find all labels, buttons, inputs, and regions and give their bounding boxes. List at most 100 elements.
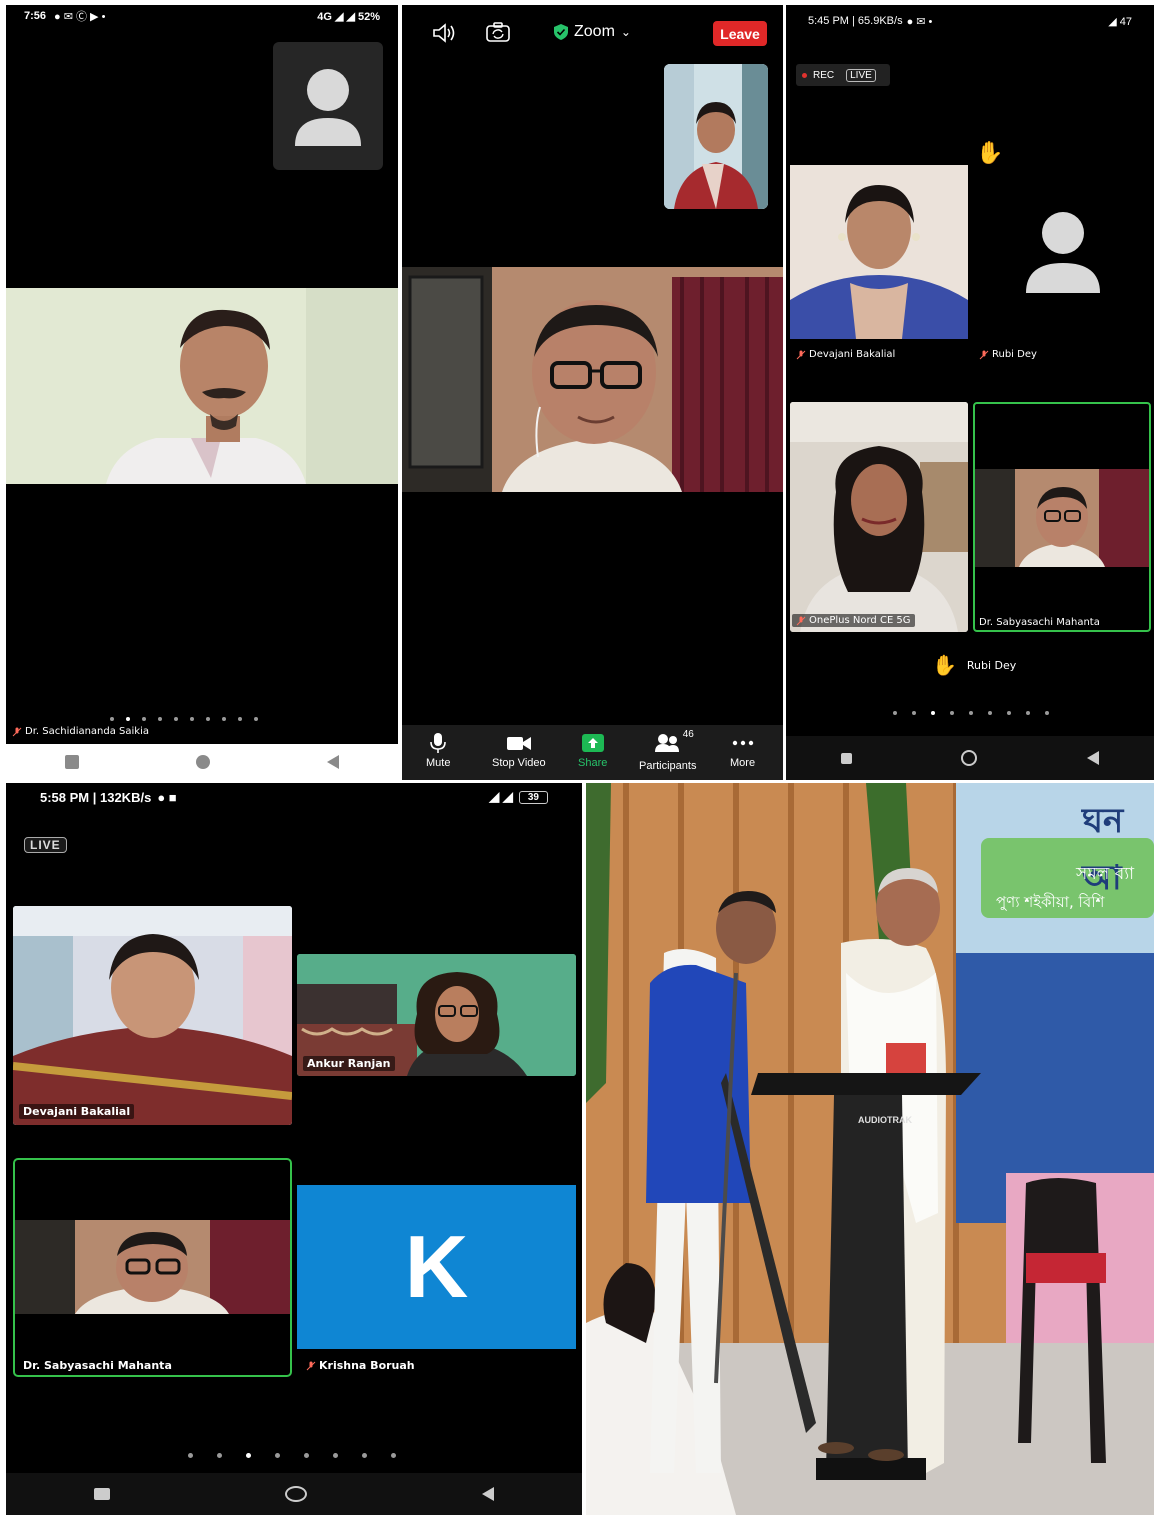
panel-zoom-gallery-4: 5:58 PM | 132KB/s ● ■ ◢ ◢ 39 LIVE Devaja… — [6, 783, 582, 1515]
participant-video-frame — [975, 469, 1149, 567]
participant-name-devajani: Devajani Bakalial — [796, 349, 895, 360]
page-dot-active — [126, 717, 130, 721]
page-indicator[interactable] — [188, 1453, 396, 1458]
page-dot — [304, 1453, 309, 1458]
active-speaker-video[interactable] — [402, 267, 783, 492]
participants-button[interactable]: 46 Participants — [639, 729, 696, 772]
page-dot — [1007, 711, 1011, 715]
share-button[interactable]: Share — [578, 733, 607, 769]
participant-tile-sabyasachi-active[interactable]: Dr. Sabyasachi Mahanta — [973, 402, 1151, 632]
status-time: 5:58 PM | 132KB/s — [40, 789, 152, 805]
mic-muted-icon — [796, 350, 806, 359]
panel-zoom-gallery-3: 5:45 PM | 65.9KB/s ● ✉ • ◢ 47 REC LIVE D… — [786, 5, 1154, 780]
page-dot — [275, 1453, 280, 1458]
banner-text-line-3: পুণ্য শইকীয়া, বিশি — [996, 893, 1105, 911]
participant-tile-oneplus[interactable] — [790, 402, 968, 632]
status-bar: 7:56 ● ✉ Ⓒ ▶ • 4G ◢ ◢ 52% — [6, 5, 398, 27]
recents-button[interactable] — [64, 755, 79, 769]
page-dot — [174, 717, 178, 721]
participant-name-sabyasachi: Dr. Sabyasachi Mahanta — [23, 1359, 172, 1372]
participant-tile-krishna[interactable]: K — [297, 1185, 576, 1349]
leave-button[interactable]: Leave — [713, 21, 767, 46]
page-dot-active — [931, 711, 935, 715]
whatsapp-icon: ● ✉ • — [906, 15, 933, 28]
participant-video-frame — [790, 402, 968, 632]
shield-check-icon — [554, 24, 568, 40]
status-time: 7:56 — [24, 10, 47, 22]
page-dot — [158, 717, 162, 721]
page-dot — [912, 711, 916, 715]
participant-tile-devajani[interactable] — [790, 165, 968, 339]
page-indicator[interactable] — [893, 711, 1049, 715]
mic-icon — [430, 733, 447, 753]
page-dot — [988, 711, 992, 715]
recording-indicator[interactable]: REC LIVE — [796, 64, 890, 86]
status-right: 4G ◢ ◢ 52% — [317, 10, 380, 23]
panel-zoom-speaker-view-1: 7:56 ● ✉ Ⓒ ▶ • 4G ◢ ◢ 52% Dr. Sachidiana… — [6, 5, 398, 780]
raised-hand-row: ✋ Rubi Dey — [932, 653, 1017, 677]
android-nav-bar — [6, 1473, 582, 1515]
mic-muted-icon — [12, 727, 22, 736]
speaker-video-frame — [402, 267, 783, 492]
home-button[interactable] — [961, 750, 978, 766]
recents-button[interactable] — [840, 752, 852, 764]
participant-name-rubi: Rubi Dey — [979, 349, 1037, 360]
banner-text-line-2: সমল ব্যা — [1076, 864, 1135, 884]
home-button[interactable] — [284, 1486, 307, 1502]
person-avatar-icon — [295, 69, 361, 146]
page-dot — [969, 711, 973, 715]
self-view-thumbnail[interactable] — [664, 64, 768, 209]
thumbnail-video-frame — [664, 64, 768, 209]
back-button[interactable] — [327, 755, 340, 769]
switch-camera-icon[interactable] — [486, 22, 510, 42]
status-bar: 5:45 PM | 65.9KB/s ● ✉ • ◢ 47 — [786, 5, 1154, 37]
page-dot — [190, 717, 194, 721]
live-badge: LIVE — [846, 68, 876, 82]
panel-zoom-meeting-2: Zoom ⌄ Leave Mute Stop Video Share 46 Pa… — [402, 5, 783, 780]
speaker-icon[interactable] — [432, 23, 456, 43]
mic-muted-icon — [979, 350, 989, 359]
back-button[interactable] — [1087, 751, 1100, 765]
page-dot — [217, 1453, 222, 1458]
meeting-title: Zoom — [574, 23, 615, 40]
page-dot — [142, 717, 146, 721]
meeting-title-dropdown[interactable]: Zoom ⌄ — [554, 23, 631, 41]
page-dot — [950, 711, 954, 715]
participant-video-frame — [790, 165, 968, 339]
stop-video-button[interactable]: Stop Video — [492, 733, 546, 769]
battery-indicator: ◢ ◢ 39 — [489, 789, 548, 805]
person-avatar-icon[interactable] — [1018, 205, 1108, 299]
page-dot — [206, 717, 210, 721]
page-dot — [893, 711, 897, 715]
more-button[interactable]: More — [730, 733, 755, 769]
participant-tile-sabyasachi-active[interactable]: Dr. Sabyasachi Mahanta — [13, 1158, 292, 1377]
home-button[interactable] — [195, 755, 210, 769]
live-badge[interactable]: LIVE — [24, 837, 67, 853]
page-dot — [1026, 711, 1030, 715]
signal-icon: ◢ ◢ — [489, 789, 513, 804]
participant-name-ankur: Ankur Ranjan — [303, 1056, 395, 1071]
page-indicator[interactable] — [110, 717, 258, 721]
android-nav-bar — [786, 736, 1154, 780]
back-button[interactable] — [482, 1487, 495, 1501]
raised-hand-icon: ✋ — [932, 653, 957, 677]
participant-tile-ankur[interactable]: Ankur Ranjan — [297, 954, 576, 1076]
page-dot — [110, 717, 114, 721]
page-dot — [362, 1453, 367, 1458]
recents-button[interactable] — [93, 1488, 110, 1500]
speaker-name-label: Dr. Sachidiananda Saikia — [12, 726, 149, 737]
status-bar: 5:58 PM | 132KB/s ● ■ ◢ ◢ 39 — [6, 783, 582, 811]
status-time: 5:45 PM | 65.9KB/s — [808, 15, 903, 27]
podium-brand-label: AUDIOTRAK — [858, 1115, 912, 1125]
participant-name-sabyasachi: Dr. Sabyasachi Mahanta — [979, 617, 1100, 628]
meeting-toolbar: Mute Stop Video Share 46 Participants Mo… — [402, 725, 783, 780]
self-view-avatar-tile[interactable] — [273, 42, 383, 170]
participant-tile-devajani[interactable]: Devajani Bakalial — [13, 906, 292, 1125]
chevron-down-icon: ⌄ — [620, 25, 631, 39]
raised-hand-icon: ✋ — [976, 140, 1004, 165]
event-photo: ঘন আ সমল ব্যা পুণ্য শইকীয়া, বিশি AUDIOT… — [586, 783, 1154, 1515]
active-speaker-video[interactable] — [6, 288, 398, 484]
participants-icon — [654, 734, 679, 752]
mute-button[interactable]: Mute — [426, 733, 450, 769]
share-icon — [581, 734, 604, 752]
